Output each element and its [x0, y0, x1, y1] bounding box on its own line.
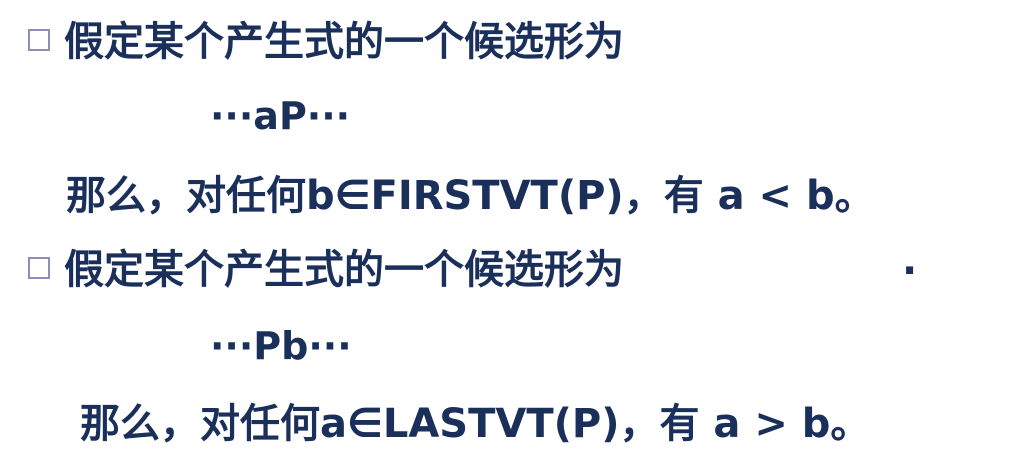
hollow-square-bullet-icon	[28, 257, 50, 279]
item2-heading-line: 假定某个产生式的一个候选形为	[28, 246, 624, 294]
slide: 假定某个产生式的一个候选形为 ···aP··· 那么，对任何b∈FIRSTVT(…	[0, 0, 1010, 474]
item1-heading-line: 假定某个产生式的一个候选形为	[28, 18, 624, 66]
item2-conclusion: 那么，对任何a∈LASTVT(P)，有 a > b。	[80, 401, 871, 447]
item1-formula: ···aP···	[210, 94, 351, 138]
item2-heading: 假定某个产生式的一个候选形为	[64, 247, 624, 293]
item2-formula: ···Pb···	[210, 324, 352, 368]
hollow-square-bullet-icon	[28, 29, 50, 51]
item1-heading: 假定某个产生式的一个候选形为	[64, 19, 624, 65]
stray-dot-mark: ·	[902, 248, 918, 294]
item1-conclusion: 那么，对任何b∈FIRSTVT(P)，有 a < b。	[66, 173, 875, 219]
